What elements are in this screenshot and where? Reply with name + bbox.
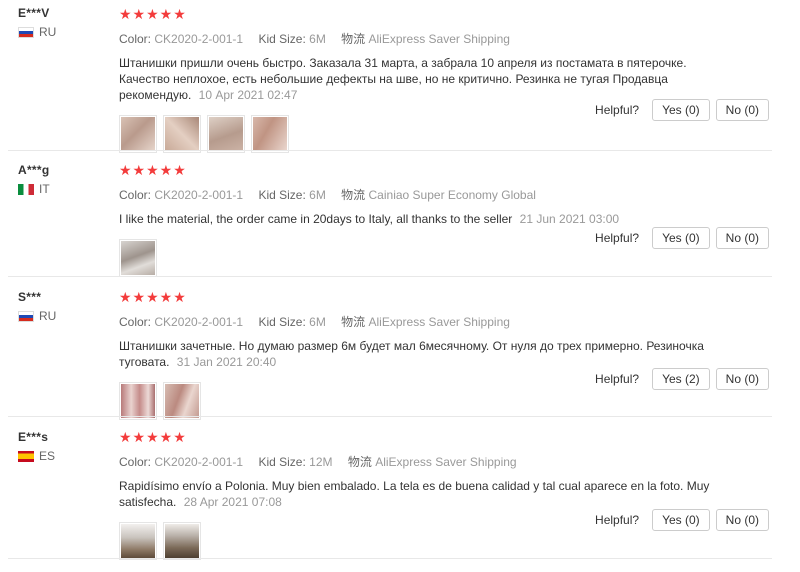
helpful-label: Helpful? [595, 372, 640, 386]
reviewer-info: S*** RU [18, 290, 56, 323]
review-date: 21 Jun 2021 03:00 [519, 212, 620, 226]
review-content: ★★★★★ Color: CK2020-2-001-1 Kid Size: 6M… [119, 163, 769, 277]
review-meta: Color: CK2020-2-001-1 Kid Size: 6M 物流 Ca… [119, 186, 769, 203]
review-meta: Color: CK2020-2-001-1 Kid Size: 12M 物流 A… [119, 453, 769, 470]
reviewer-country: RU [18, 25, 56, 39]
helpful-label: Helpful? [595, 231, 640, 245]
flag-it-icon [18, 183, 34, 195]
size-value: 6M [309, 188, 326, 202]
size-value: 6M [309, 315, 326, 329]
review-divider [8, 558, 772, 559]
helpful-no-button[interactable]: No (0) [715, 227, 769, 249]
helpful-actions: Helpful? Yes (2) No (0) [595, 368, 769, 390]
reviewer-name: E***V [18, 6, 50, 20]
flag-ru-icon [18, 310, 34, 322]
review-item: S*** RU ★★★★★ Color: CK2020-2-001-1 Kid … [0, 284, 772, 420]
shipping-value: AliExpress Saver Shipping [368, 315, 510, 329]
reviewer-country: ES [18, 449, 55, 463]
shipping-value: AliExpress Saver Shipping [368, 32, 510, 46]
reviewer-name: E***s [18, 430, 49, 444]
size-label: Kid Size: [258, 32, 306, 46]
review-photo[interactable] [163, 382, 201, 420]
review-text: Штанишки зачетные. Но думаю размер 6м бу… [119, 338, 739, 370]
helpful-yes-button[interactable]: Yes (2) [652, 368, 710, 390]
review-item: A***g IT ★★★★★ Color: CK2020-2-001-1 Kid… [0, 157, 772, 277]
rating-stars: ★★★★★ [119, 6, 187, 22]
reviewer-info: A***g IT [18, 163, 50, 196]
helpful-actions: Helpful? Yes (0) No (0) [595, 509, 769, 531]
review-divider [8, 276, 772, 277]
color-value: CK2020-2-001-1 [154, 188, 244, 202]
review-photo[interactable] [119, 115, 157, 153]
review-text: Штанишки пришли очень быстро. Заказала 3… [119, 55, 739, 103]
shipping-label: 物流 [341, 315, 366, 329]
country-code: IT [39, 182, 50, 196]
reviewer-country: RU [18, 309, 56, 323]
shipping-label: 物流 [347, 455, 372, 469]
review-date: 10 Apr 2021 02:47 [198, 88, 298, 102]
review-divider [8, 150, 772, 151]
review-content: ★★★★★ Color: CK2020-2-001-1 Kid Size: 6M… [119, 7, 769, 153]
helpful-actions: Helpful? Yes (0) No (0) [595, 227, 769, 249]
review-date: 31 Jan 2021 20:40 [176, 355, 277, 369]
shipping-value: Cainiao Super Economy Global [368, 188, 536, 202]
reviewer-info: E***s ES [18, 430, 55, 463]
country-code: ES [39, 449, 56, 463]
shipping-label: 物流 [341, 32, 366, 46]
reviewer-country: IT [18, 182, 50, 196]
helpful-no-button[interactable]: No (0) [715, 99, 769, 121]
review-content: ★★★★★ Color: CK2020-2-001-1 Kid Size: 6M… [119, 290, 769, 420]
flag-es-icon [18, 450, 34, 462]
color-label: Color: [119, 455, 152, 469]
color-value: CK2020-2-001-1 [154, 315, 244, 329]
size-label: Kid Size: [258, 188, 306, 202]
review-date: 28 Apr 2021 07:08 [183, 495, 282, 509]
country-code: RU [39, 309, 57, 323]
helpful-no-button[interactable]: No (0) [715, 509, 769, 531]
size-value: 6M [309, 32, 326, 46]
helpful-no-button[interactable]: No (0) [715, 368, 769, 390]
review-photo[interactable] [251, 115, 289, 153]
flag-ru-icon [18, 26, 34, 38]
review-text: I like the material, the order came in 2… [119, 211, 739, 227]
helpful-yes-button[interactable]: Yes (0) [652, 227, 710, 249]
reviewer-name: S*** [18, 290, 42, 304]
color-label: Color: [119, 188, 152, 202]
review-photo[interactable] [163, 115, 201, 153]
review-meta: Color: CK2020-2-001-1 Kid Size: 6M 物流 Al… [119, 30, 769, 47]
review-photo[interactable] [163, 522, 201, 560]
review-photo[interactable] [119, 382, 157, 420]
review-item: E***s ES ★★★★★ Color: CK2020-2-001-1 Kid… [0, 424, 772, 560]
reviewer-info: E***V RU [18, 6, 56, 39]
review-content: ★★★★★ Color: CK2020-2-001-1 Kid Size: 12… [119, 430, 769, 560]
helpful-yes-button[interactable]: Yes (0) [652, 99, 710, 121]
rating-stars: ★★★★★ [119, 162, 187, 178]
size-label: Kid Size: [258, 315, 306, 329]
color-value: CK2020-2-001-1 [154, 455, 244, 469]
review-photo[interactable] [119, 522, 157, 560]
shipping-value: AliExpress Saver Shipping [375, 455, 517, 469]
review-divider [8, 416, 772, 417]
color-label: Color: [119, 32, 152, 46]
reviewer-name: A***g [18, 163, 50, 177]
size-label: Kid Size: [258, 455, 306, 469]
review-meta: Color: CK2020-2-001-1 Kid Size: 6M 物流 Al… [119, 313, 769, 330]
helpful-yes-button[interactable]: Yes (0) [652, 509, 710, 531]
review-item: E***V RU ★★★★★ Color: CK2020-2-001-1 Kid… [0, 0, 772, 153]
review-text: Rapidísimo envío a Polonia. Muy bien emb… [119, 478, 739, 510]
helpful-label: Helpful? [595, 513, 640, 527]
helpful-label: Helpful? [595, 103, 640, 117]
shipping-label: 物流 [341, 188, 366, 202]
review-body: I like the material, the order came in 2… [119, 212, 513, 226]
color-label: Color: [119, 315, 152, 329]
rating-stars: ★★★★★ [119, 289, 187, 305]
color-value: CK2020-2-001-1 [154, 32, 244, 46]
helpful-actions: Helpful? Yes (0) No (0) [595, 99, 769, 121]
country-code: RU [39, 25, 57, 39]
rating-stars: ★★★★★ [119, 429, 187, 445]
review-photo[interactable] [119, 239, 157, 277]
size-value: 12M [309, 455, 333, 469]
review-photo[interactable] [207, 115, 245, 153]
